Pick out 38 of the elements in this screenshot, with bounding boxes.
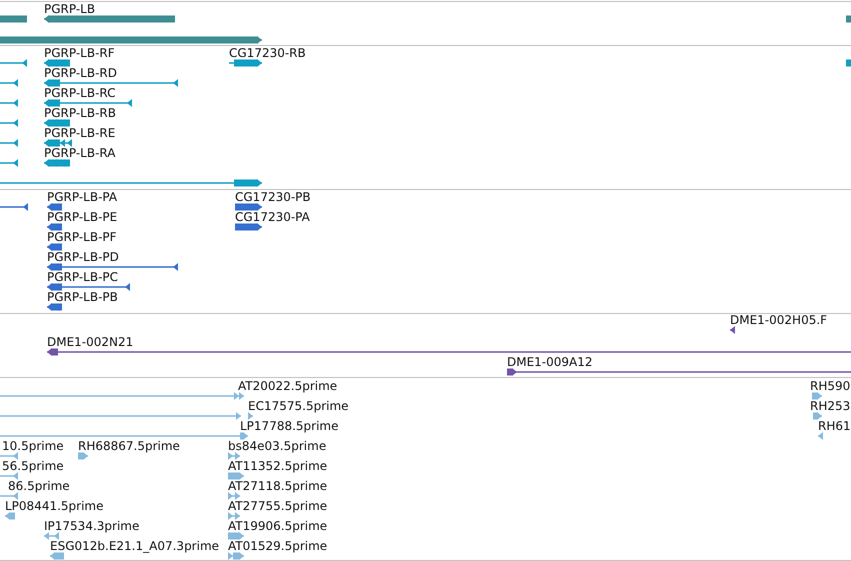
feature-label: AT19906.5prime [228, 519, 328, 533]
feature-label: PGRP-LB-RE [44, 126, 116, 140]
feature-label: PGRP-LB-RA [44, 146, 116, 160]
feature-label: AT01529.5prime [228, 539, 328, 553]
feature-label: AT20022.5prime [238, 379, 338, 393]
feature-label: PGRP-LB-PF [47, 230, 117, 244]
feature-label: 86.5prime [8, 479, 70, 493]
feature-label: RH253 [810, 399, 850, 413]
feature-label: AT27118.5prime [228, 479, 328, 493]
feature-label: 10.5prime [2, 439, 64, 453]
feature-label: PGRP-LB-PB [47, 290, 118, 304]
feature-label: CG17230-PA [235, 210, 310, 224]
feature-label: RH590 [810, 379, 850, 393]
feature-label: DME1-009A12 [507, 355, 593, 369]
feature-label: LP08441.5prime [5, 499, 104, 513]
feature-label: PGRP-LB [44, 2, 96, 16]
feature-label: 56.5prime [2, 459, 64, 473]
feature-label: PGRP-LB-RF [44, 46, 115, 60]
feature-label: PGRP-LB-PD [47, 250, 119, 264]
feature-label: AT27755.5prime [228, 499, 328, 513]
feature-label: PGRP-LB-RB [44, 106, 116, 120]
feature-label: AT11352.5prime [228, 459, 328, 473]
feature-label: bs84e03.5prime [228, 439, 326, 453]
feature-label: EC17575.5prime [248, 399, 349, 413]
feature-label: PGRP-LB-RD [44, 66, 118, 80]
feature-label: IP17534.3prime [44, 519, 140, 533]
feature-label: CG17230-RB [229, 46, 306, 60]
feature-label: RH68867.5prime [78, 439, 180, 453]
feature-label: ESG012b.E21.1_A07.3prime [50, 539, 220, 553]
feature-label: DME1-002H05.F [730, 314, 828, 327]
feature-label: PGRP-LB-RC [44, 86, 116, 100]
feature-label: PGRP-LB-PE [47, 210, 118, 224]
feature-label: RH61 [818, 419, 851, 433]
feature-label: PGRP-LB-PC [47, 270, 118, 284]
feature-label: DME1-002N21 [47, 335, 134, 349]
feature-label: CG17230-PB [235, 190, 311, 204]
feature-label: LP17788.5prime [240, 419, 339, 433]
feature-label: PGRP-LB-PA [47, 190, 118, 204]
